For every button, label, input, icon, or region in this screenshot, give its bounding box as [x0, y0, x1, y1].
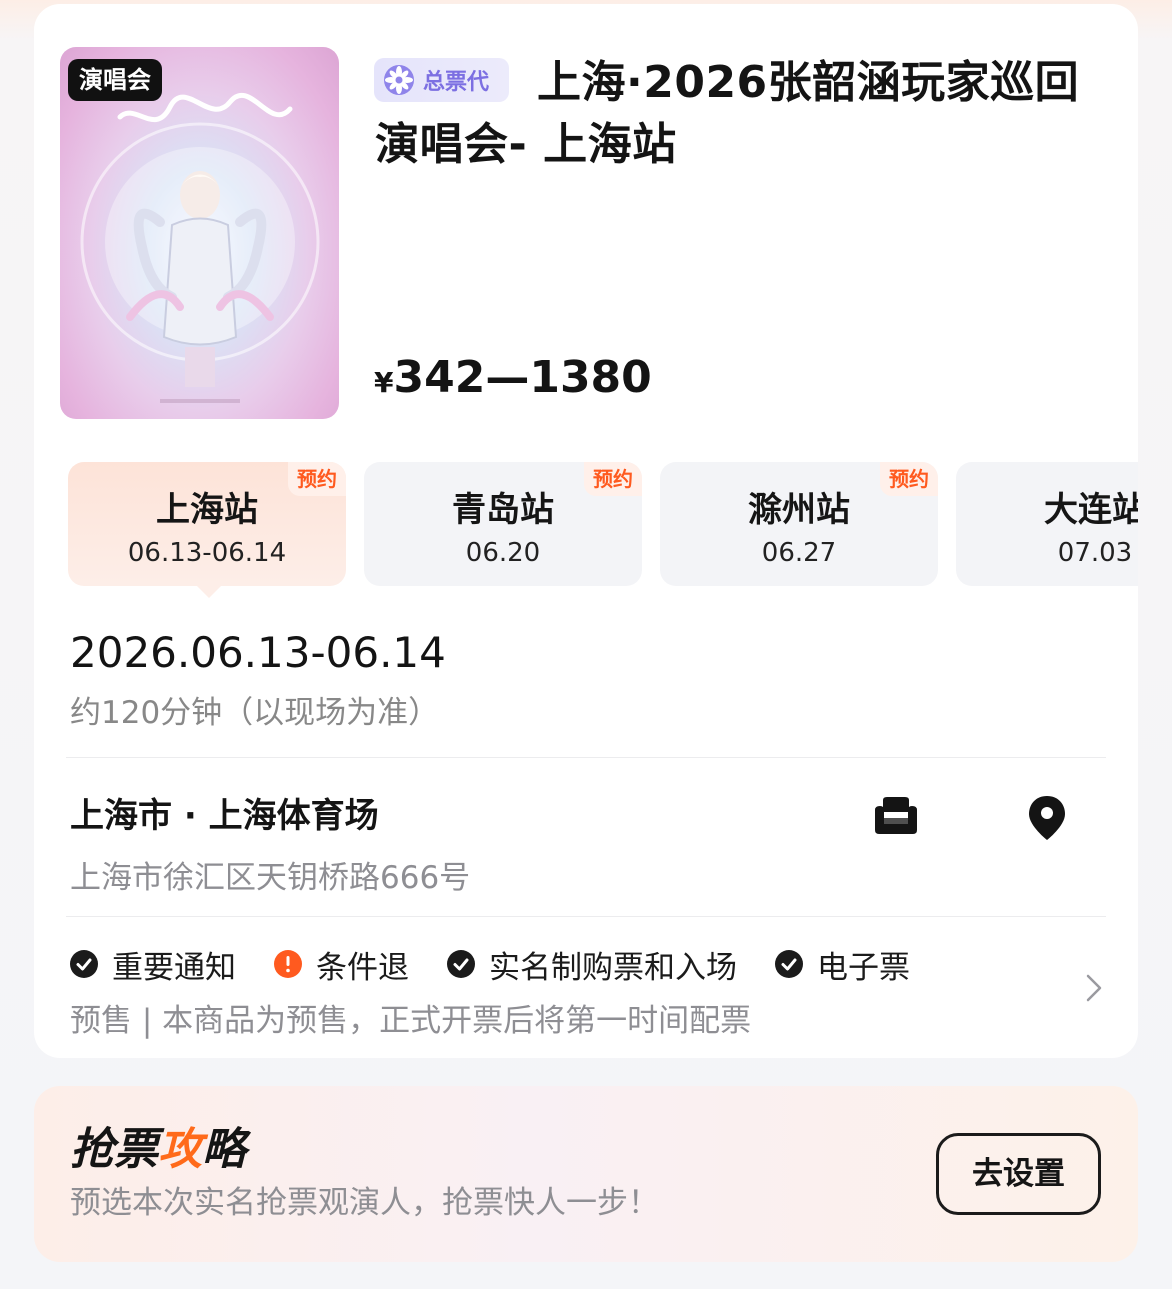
price-range: ¥342—1380 [374, 352, 652, 403]
station-tab-chuzhou[interactable]: 滁州站 06.27 预约 [660, 462, 938, 586]
policy-label: 条件退 [316, 949, 409, 986]
strategy-title-part: 略 [202, 1124, 246, 1175]
poster-category-badge: 演唱会 [68, 59, 162, 101]
divider [66, 916, 1106, 917]
presale-note: 预售 | 本商品为预售，正式开票后将第一时间配票 [70, 1003, 752, 1039]
reservation-badge: 预约 [880, 462, 938, 496]
map-pin-icon[interactable] [1027, 794, 1067, 842]
setup-button[interactable]: 去设置 [936, 1133, 1101, 1215]
policy-list[interactable]: 重要通知 条件退 实名制购票和入场 电子票 [70, 942, 948, 986]
policy-label: 实名制购票和入场 [489, 949, 737, 986]
station-tabs: 上海站 06.13-06.14 预约 青岛站 06.20 预约 滁州站 06.2… [68, 462, 1138, 602]
policy-item: 重要通知 [70, 942, 236, 987]
strategy-title-part: 抢票 [70, 1124, 158, 1175]
policy-item: 条件退 [274, 942, 409, 987]
check-circle-icon [447, 950, 475, 978]
check-circle-icon [70, 950, 98, 978]
check-circle-icon [775, 950, 803, 978]
station-tab-shanghai[interactable]: 上海站 06.13-06.14 预约 [68, 462, 346, 586]
station-date: 06.27 [761, 538, 837, 568]
armchair-icon[interactable] [873, 796, 919, 838]
station-date: 06.20 [465, 538, 541, 568]
policy-item: 电子票 [775, 942, 910, 987]
policy-label: 重要通知 [112, 949, 236, 986]
strategy-title: 抢票攻略 [70, 1113, 246, 1177]
event-duration: 约120分钟（以现场为准） [70, 695, 440, 731]
reservation-badge: 预约 [288, 462, 346, 496]
venue-name[interactable]: 上海市 · 上海体育场 [70, 788, 379, 837]
station-date: 07.03 [1057, 538, 1133, 568]
policy-label: 电子票 [817, 949, 910, 986]
reservation-badge: 预约 [584, 462, 642, 496]
event-poster[interactable] [60, 47, 339, 419]
exclamation-circle-icon [274, 950, 302, 978]
event-dates: 2026.06.13-06.14 [70, 628, 446, 677]
price-value: 342—1380 [393, 352, 652, 403]
policy-item: 实名制购票和入场 [447, 942, 737, 987]
divider [66, 757, 1106, 758]
station-name: 大连站 [1044, 490, 1138, 530]
station-tab-dalian[interactable]: 大连站 07.03 [956, 462, 1138, 586]
station-date: 06.13-06.14 [127, 538, 287, 568]
strategy-title-accent: 攻 [158, 1124, 202, 1175]
strategy-subtitle: 预选本次实名抢票观演人，抢票快人一步！ [70, 1185, 659, 1221]
price-currency: ¥ [374, 366, 394, 399]
poster-artwork [80, 92, 320, 403]
chevron-right-icon[interactable] [1084, 972, 1104, 1004]
event-title: 上海·2026张韶涵玩家巡回演唱会- 上海站 [375, 57, 1080, 170]
station-tab-qingdao[interactable]: 青岛站 06.20 预约 [364, 462, 642, 586]
venue-address: 上海市徐汇区天钥桥路666号 [70, 860, 471, 896]
active-tab-pointer [196, 585, 222, 598]
